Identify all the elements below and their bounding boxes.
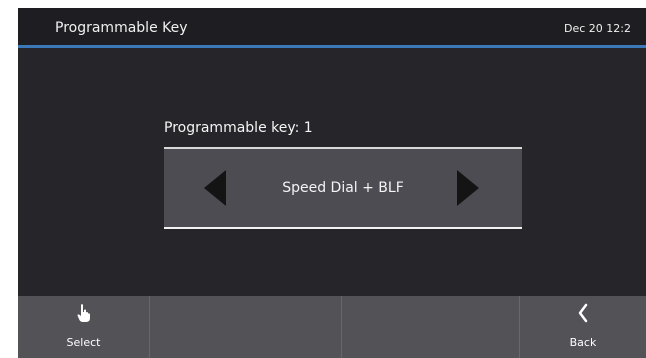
softkey-2[interactable] <box>150 296 342 358</box>
softkey-3[interactable] <box>342 296 520 358</box>
date-time: Dec 20 12:2 <box>564 22 631 35</box>
select-softkey[interactable]: Select <box>18 296 150 358</box>
back-softkey[interactable]: Back <box>520 296 646 358</box>
softkey-bar: Select Back <box>18 296 646 358</box>
header-divider <box>18 45 646 48</box>
chevron-left-icon <box>520 303 646 329</box>
page-title: Programmable Key <box>55 20 188 36</box>
programmable-key-label: Programmable key: 1 <box>164 120 313 136</box>
select-softkey-label: Select <box>66 336 101 349</box>
hand-pointer-icon <box>18 303 149 329</box>
back-softkey-label: Back <box>569 336 597 349</box>
phone-screen: Programmable Key Dec 20 12:2 Programmabl… <box>18 8 646 358</box>
next-option-arrow-icon[interactable] <box>457 170 479 206</box>
title-bar: Programmable Key Dec 20 12:2 <box>18 8 646 45</box>
key-type-selector[interactable]: Speed Dial + BLF <box>164 147 522 229</box>
